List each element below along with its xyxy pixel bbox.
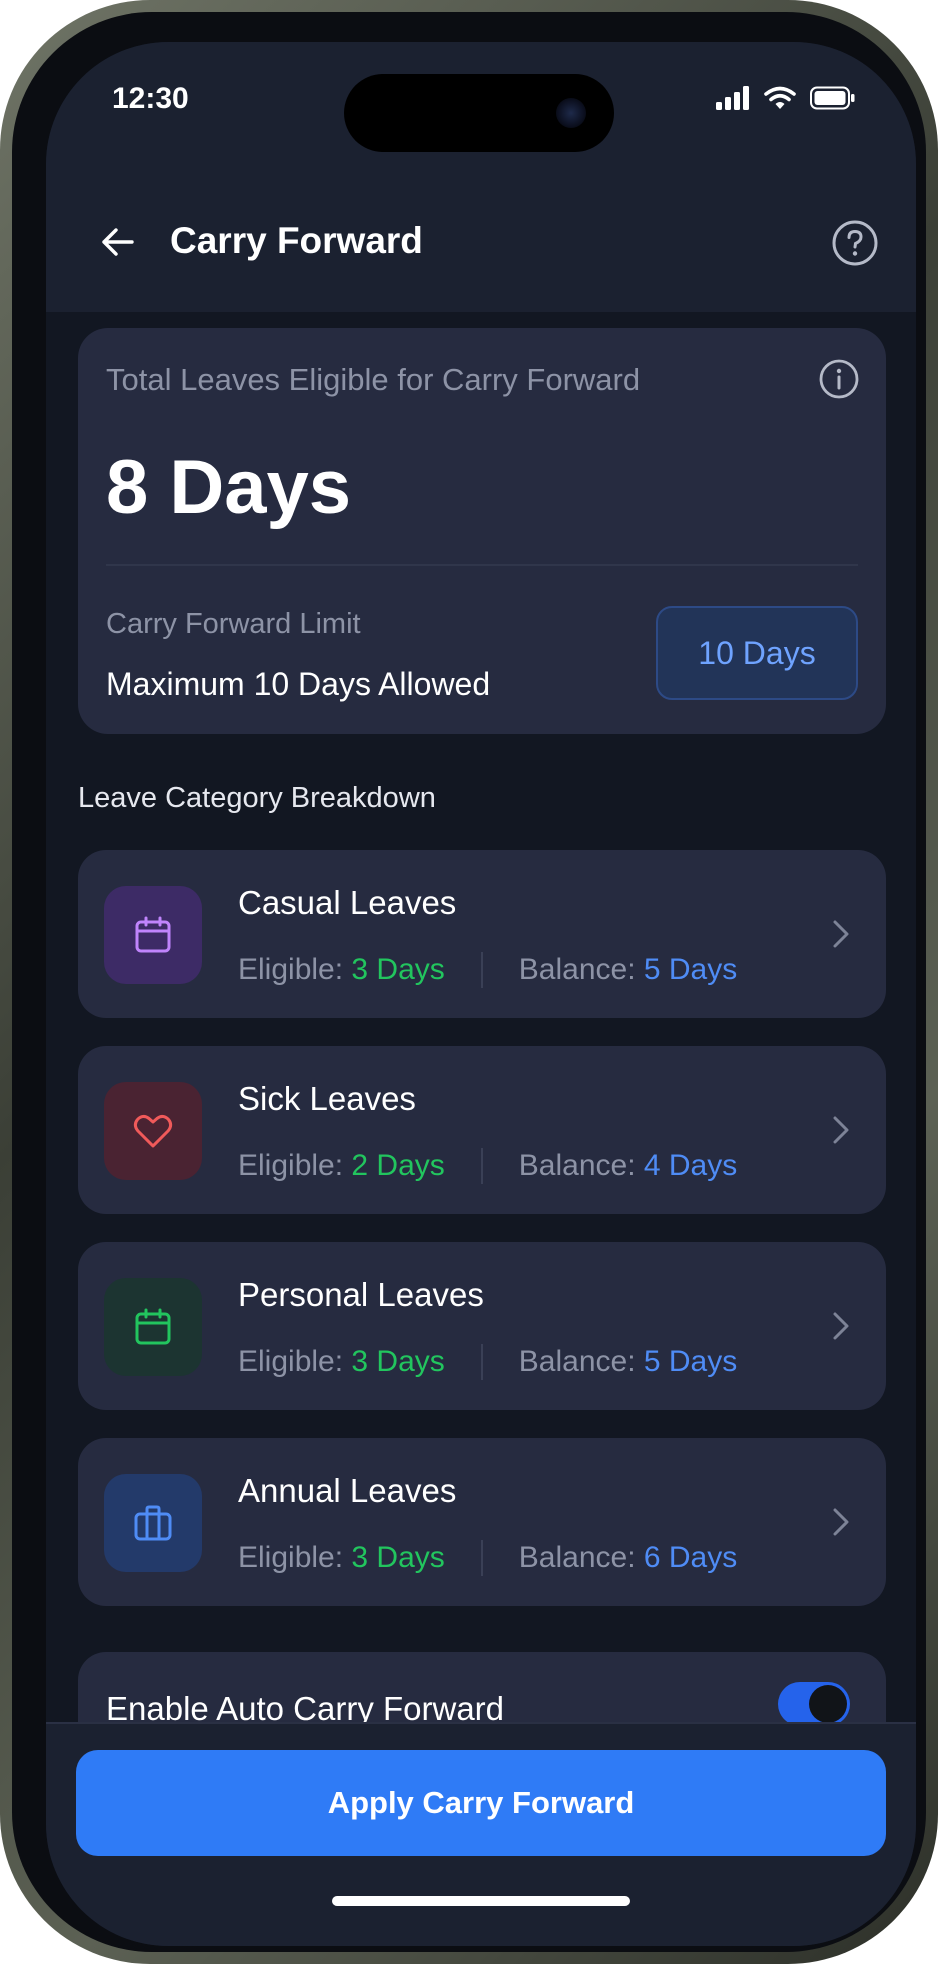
summary-label: Total Leaves Eligible for Carry Forward (106, 362, 641, 397)
status-time: 12:30 (112, 82, 189, 115)
stat-divider (480, 1540, 483, 1576)
eligible-value: 3 Days (351, 1345, 445, 1378)
eligible-label: Eligible: (238, 953, 344, 986)
leave-stats: Eligible: 3 Days Balance: 5 Days (238, 952, 737, 988)
camera-icon (556, 98, 586, 128)
eligible-label: Eligible: (238, 1149, 344, 1182)
help-circle-icon[interactable] (830, 218, 880, 268)
leave-icon-box (104, 1082, 202, 1180)
leave-item-sick[interactable]: Sick Leaves Eligible: 2 Days Balance: 4 … (78, 1046, 886, 1214)
wifi-icon (764, 86, 796, 109)
eligible-label: Eligible: (238, 1345, 344, 1378)
phone-frame: 12:30 Carry Forward Total Leaves Eligibl… (0, 0, 938, 1964)
apply-carry-forward-button[interactable]: Apply Carry Forward (76, 1750, 886, 1856)
calendar-icon (135, 1308, 171, 1345)
page-title: Carry Forward (170, 220, 423, 261)
leave-item-casual[interactable]: Casual Leaves Eligible: 3 Days Balance: … (78, 850, 886, 1018)
balance-value: 6 Days (643, 1541, 738, 1574)
leave-stats: Eligible: 3 Days Balance: 6 Days (238, 1540, 737, 1576)
divider (106, 564, 858, 566)
leave-item-annual[interactable]: Annual Leaves Eligible: 3 Days Balance: … (78, 1438, 886, 1606)
leave-icon-box (104, 1474, 202, 1572)
calendar-icon (135, 916, 171, 953)
bottom-bar: Apply Carry Forward (46, 1722, 916, 1946)
leave-name: Personal Leaves (238, 1276, 484, 1313)
chevron-right-icon (833, 1508, 849, 1536)
stat-divider (480, 952, 483, 988)
stat-divider (480, 1344, 483, 1380)
screen: 12:30 Carry Forward Total Leaves Eligibl… (46, 42, 916, 1946)
status-bar: 12:30 (46, 42, 916, 162)
balance-value: 5 Days (643, 1345, 738, 1378)
status-icons (716, 86, 856, 110)
leave-icon-box (104, 1278, 202, 1376)
leave-name: Casual Leaves (238, 884, 457, 921)
stat-divider (480, 1148, 483, 1184)
section-title: Leave Category Breakdown (78, 782, 436, 814)
limit-label: Carry Forward Limit (106, 608, 361, 640)
battery-icon (810, 86, 855, 110)
heart-icon (133, 1115, 173, 1148)
eligible-label: Eligible: (238, 1541, 344, 1574)
briefcase-icon (134, 1505, 172, 1541)
balance-label: Balance: (518, 1541, 636, 1574)
balance-value: 5 Days (643, 953, 738, 986)
chevron-right-icon (833, 920, 849, 948)
eligible-value: 2 Days (351, 1149, 445, 1182)
leave-icon-box (104, 886, 202, 984)
limit-description: Maximum 10 Days Allowed (106, 666, 491, 702)
app-header: Carry Forward (46, 162, 916, 312)
toggle-knob (809, 1685, 847, 1723)
auto-carry-toggle[interactable] (778, 1682, 850, 1726)
back-button[interactable] (96, 220, 140, 264)
balance-label: Balance: (518, 953, 636, 986)
info-icon[interactable] (818, 358, 860, 400)
balance-label: Balance: (518, 1149, 636, 1182)
balance-value: 4 Days (643, 1149, 738, 1182)
limit-badge: 10 Days (656, 606, 858, 700)
leave-item-personal[interactable]: Personal Leaves Eligible: 3 Days Balance… (78, 1242, 886, 1410)
eligible-value: 3 Days (351, 1541, 445, 1574)
leave-name: Annual Leaves (238, 1472, 457, 1509)
home-indicator (332, 1896, 630, 1906)
balance-label: Balance: (518, 1345, 636, 1378)
signal-icon (716, 86, 749, 110)
chevron-right-icon (833, 1116, 849, 1144)
eligible-value: 3 Days (351, 953, 445, 986)
leave-stats: Eligible: 2 Days Balance: 4 Days (238, 1148, 737, 1184)
leave-stats: Eligible: 3 Days Balance: 5 Days (238, 1344, 737, 1380)
chevron-right-icon (833, 1312, 849, 1340)
summary-value: 8 Days (106, 445, 352, 530)
summary-card: Total Leaves Eligible for Carry Forward … (78, 328, 886, 734)
dynamic-island (344, 74, 614, 152)
leave-name: Sick Leaves (238, 1080, 416, 1117)
phone-bezel: 12:30 Carry Forward Total Leaves Eligibl… (12, 12, 926, 1952)
